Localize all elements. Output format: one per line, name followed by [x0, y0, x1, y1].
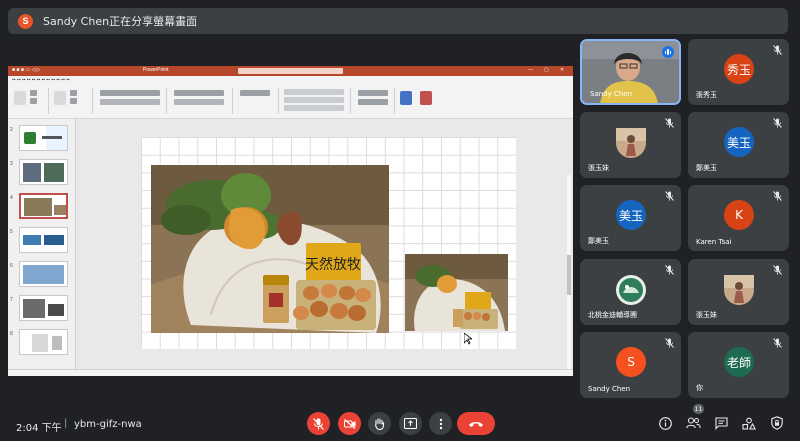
present-screen-button[interactable] [399, 412, 422, 435]
leave-call-button[interactable] [457, 412, 495, 435]
slide-thumbnail[interactable] [19, 295, 68, 321]
mic-off-icon [665, 118, 674, 128]
slide-thumbnail-selected[interactable] [19, 193, 68, 219]
divider: | [64, 418, 68, 429]
avatar: S [616, 347, 646, 377]
avatar: 老師 [724, 347, 754, 377]
participant-tile[interactable]: 張玉妹 [688, 259, 789, 325]
participant-name: Karen Tsai [696, 238, 732, 246]
slide-thumbnail[interactable] [19, 159, 68, 185]
clock: 2:04 下午 [16, 423, 62, 434]
people-count-badge: 11 [693, 404, 704, 414]
avatar: 美玉 [616, 200, 646, 230]
avatar-photo [724, 275, 754, 305]
participant-name: 張玉妹 [588, 164, 609, 172]
present-icon [404, 418, 417, 429]
participant-tile[interactable]: 張玉妹 [580, 112, 681, 178]
info-icon [658, 416, 672, 430]
current-slide[interactable]: 天然放牧 [141, 137, 516, 349]
activities-button[interactable] [739, 413, 759, 433]
presenting-text: Sandy Chen正在分享螢幕畫面 [43, 15, 198, 28]
participant-name: 鄭美玉 [588, 237, 609, 245]
mic-off-icon [665, 191, 674, 201]
slide-thumbnails[interactable]: 2 3 4 5 6 7 8 [8, 119, 76, 369]
presenting-banner: S Sandy Chen正在分享螢幕畫面 [8, 8, 788, 34]
participant-name: 鄭美玉 [696, 164, 717, 172]
avatar: 秀玉 [724, 54, 754, 84]
participant-tile-self[interactable]: 老師 你 [688, 332, 789, 398]
search-box [238, 68, 343, 74]
powerpoint-title-bar: ■ ■ ■ ▭ ◁ ▷ PowerPoint — ▢ ✕ [8, 66, 573, 76]
participant-name: Sandy Chen [590, 90, 633, 98]
raise-hand-button[interactable] [368, 412, 391, 435]
produce-photo-large[interactable]: 天然放牧 [151, 165, 389, 333]
avatar: K [724, 200, 754, 230]
ribbon [8, 85, 573, 119]
participant-tile[interactable]: 美玉 鄭美玉 [688, 112, 789, 178]
participant-name: 張秀玉 [696, 91, 717, 99]
slide-canvas[interactable]: 天然放牧 [76, 119, 573, 369]
people-button[interactable] [683, 413, 703, 433]
shared-screen: ■ ■ ■ ▭ ◁ ▷ PowerPoint — ▢ ✕ ▪▪ ▪▪ ▪▪ ▪▪… [8, 66, 573, 376]
slide-scrollbar[interactable] [567, 175, 571, 376]
participant-name: 張玉妹 [696, 311, 717, 319]
participant-name: 你 [696, 384, 703, 392]
hang-up-icon [469, 421, 483, 427]
avatar-photo [616, 128, 646, 158]
slide-thumbnail[interactable] [19, 125, 68, 151]
chat-button[interactable] [711, 413, 731, 433]
participant-tile[interactable]: S Sandy Chen [580, 332, 681, 398]
meeting-details-button[interactable] [655, 413, 675, 433]
ribbon-tabs: ▪▪ ▪▪ ▪▪ ▪▪ ▪▪ ▪▪ ▪▪ ▪▪ ▪▪ ▪▪ ▪▪ ▪▪ [8, 76, 573, 85]
mouse-cursor-icon [464, 333, 472, 345]
camera-off-icon [343, 418, 355, 429]
participant-tile-sandy-chen-video[interactable]: Sandy Chen [580, 39, 681, 105]
activities-icon [742, 417, 756, 430]
meeting-code: ybm-gifz-nwa [74, 419, 142, 430]
slide-sign-text: 天然放牧 [305, 256, 361, 273]
shield-lock-icon [771, 416, 783, 430]
mic-toggle-button[interactable] [307, 412, 330, 435]
mic-off-icon [773, 45, 782, 55]
slide-thumbnail[interactable] [19, 261, 68, 287]
participant-tile[interactable]: 美玉 鄭美玉 [580, 185, 681, 251]
status-bar [8, 369, 573, 376]
window-title: PowerPoint [143, 67, 169, 73]
participant-tile[interactable]: K Karen Tsai [688, 185, 789, 251]
speaking-indicator-icon [662, 46, 674, 58]
mic-off-icon [773, 265, 782, 275]
participant-name: 北桃金迪輔導團 [588, 311, 637, 319]
camera-toggle-button[interactable] [338, 412, 361, 435]
produce-photo-small[interactable] [405, 254, 508, 331]
mic-off-icon [773, 191, 782, 201]
people-icon [685, 417, 701, 429]
group-logo-icon [616, 275, 646, 305]
mic-off-icon [773, 118, 782, 128]
slide-thumbnail[interactable] [19, 329, 68, 355]
hand-icon [375, 417, 385, 430]
mic-off-icon [665, 265, 674, 275]
mic-off-icon [665, 338, 674, 348]
participant-tile[interactable]: 北桃金迪輔導團 [580, 259, 681, 325]
avatar: 美玉 [724, 127, 754, 157]
host-controls-button[interactable] [767, 413, 787, 433]
mic-off-icon [313, 417, 324, 430]
more-options-button[interactable] [429, 412, 452, 435]
slide-thumbnail[interactable] [19, 227, 68, 253]
participant-tile[interactable]: 秀玉 張秀玉 [688, 39, 789, 105]
more-vert-icon [439, 418, 442, 429]
mic-off-icon [773, 338, 782, 348]
chat-icon [714, 416, 728, 430]
powerpoint-body: 2 3 4 5 6 7 8 天然放牧 [8, 119, 573, 376]
participant-name: Sandy Chen [588, 385, 631, 393]
presenter-avatar: S [18, 13, 33, 29]
